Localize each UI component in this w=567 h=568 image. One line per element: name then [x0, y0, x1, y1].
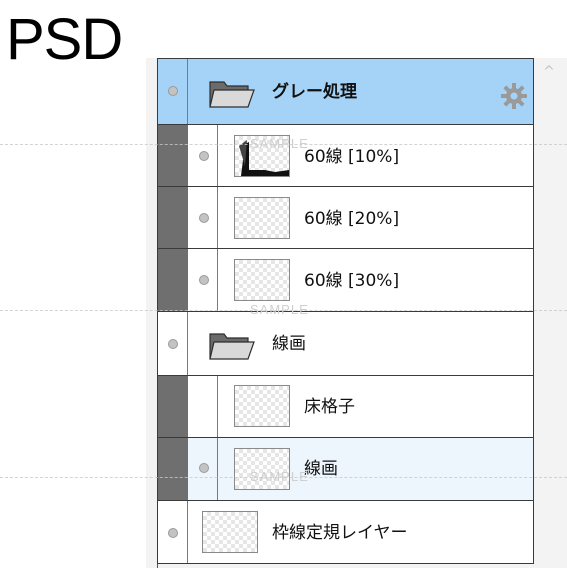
- layer-row-folder-lineart[interactable]: 線画: [157, 311, 534, 376]
- visibility-eye-icon[interactable]: [168, 86, 178, 96]
- clipping-indicator: [158, 438, 188, 500]
- visibility-eye-icon[interactable]: [199, 463, 209, 473]
- layer-name: 線画: [304, 459, 338, 479]
- layer-row-lineart[interactable]: 線画: [157, 437, 534, 501]
- layer-row-folder-gray[interactable]: グレー処理: [157, 58, 534, 125]
- layer-name: 床格子: [304, 397, 355, 417]
- guide-line: [0, 144, 567, 145]
- visibility-eye-icon[interactable]: [168, 528, 178, 538]
- layer-row-60-30[interactable]: 60線 [30%]: [157, 248, 534, 312]
- clipping-indicator: [158, 125, 188, 186]
- visibility-eye-icon[interactable]: [199, 213, 209, 223]
- layer-thumbnail: [234, 135, 290, 177]
- layer-name: 線画: [272, 334, 306, 354]
- layer-name: グレー処理: [272, 82, 357, 102]
- layer-thumbnail: [234, 385, 290, 427]
- layer-name: 60線 [30%]: [304, 271, 400, 291]
- guide-line: [0, 310, 567, 311]
- layer-row-frame-ruler[interactable]: 枠線定規レイヤー: [157, 500, 534, 564]
- visibility-eye-icon[interactable]: [168, 339, 178, 349]
- folder-open-icon: [209, 81, 255, 108]
- layer-thumbnail: [234, 448, 290, 490]
- layer-name: 枠線定規レイヤー: [272, 523, 408, 543]
- visibility-eye-icon[interactable]: [199, 275, 209, 285]
- visibility-eye-icon[interactable]: [199, 151, 209, 161]
- page-title: PSD: [6, 7, 123, 72]
- clipping-indicator: [158, 376, 188, 437]
- guide-line: [0, 477, 567, 478]
- clipping-indicator: [158, 249, 188, 311]
- layer-row-60-20[interactable]: 60線 [20%]: [157, 186, 534, 249]
- thumbnail-art: [239, 140, 289, 176]
- layer-thumbnail: [234, 259, 290, 301]
- gear-icon[interactable]: [500, 82, 528, 110]
- clipping-indicator: [158, 187, 188, 248]
- layer-row-60-10[interactable]: 60線 [10%]: [157, 124, 534, 187]
- layer-row-floor-grid[interactable]: 床格子: [157, 375, 534, 438]
- folder-open-icon: [209, 333, 255, 360]
- layer-name: 60線 [10%]: [304, 147, 400, 167]
- layer-name: 60線 [20%]: [304, 209, 400, 229]
- scroll-up-arrow-icon[interactable]: ^: [539, 64, 559, 84]
- layer-thumbnail: [202, 511, 258, 553]
- visibility-cell[interactable]: [188, 376, 218, 437]
- layer-thumbnail: [234, 197, 290, 239]
